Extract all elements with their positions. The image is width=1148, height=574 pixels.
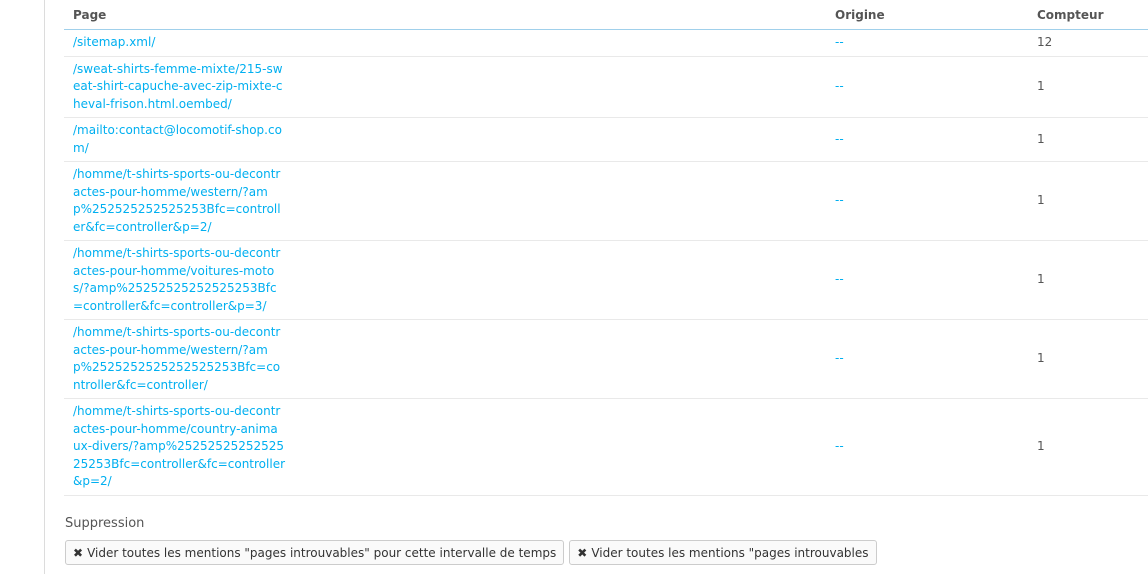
table-row: /mailto:contact@locomotif-shop.com/ -- 1: [64, 117, 1148, 162]
origin-link[interactable]: --: [835, 35, 844, 49]
origin-cell: --: [826, 29, 1028, 57]
table-row: /homme/t-shirts-sports-ou-decontractes-p…: [64, 161, 1148, 241]
origin-link[interactable]: --: [835, 79, 844, 93]
suppression-title: Suppression: [65, 516, 145, 531]
counter-cell: 1: [1028, 319, 1148, 399]
page-cell: /homme/t-shirts-sports-ou-decontractes-p…: [64, 319, 826, 399]
clear-interval-button[interactable]: ✖ Vider toutes les mentions "pages intro…: [65, 540, 565, 565]
clear-all-label: Vider toutes les mentions "pages introuv…: [591, 545, 869, 560]
origin-link[interactable]: --: [835, 132, 844, 146]
table-body: /sitemap.xml/ -- 12/sweat-shirts-femme-mix…: [64, 29, 1148, 496]
page-cell: /homme/t-shirts-sports-ou-decontractes-p…: [64, 398, 826, 496]
counter-cell: 1: [1028, 56, 1148, 118]
counter-cell: 1: [1028, 117, 1148, 162]
page-link[interactable]: /homme/t-shirts-sports-ou-decontractes-p…: [73, 403, 285, 491]
page-cell: /homme/t-shirts-sports-ou-decontractes-p…: [64, 240, 826, 320]
table-row: /sitemap.xml/ -- 12: [64, 29, 1148, 57]
table-row: /homme/t-shirts-sports-ou-decontractes-p…: [64, 240, 1148, 320]
page-cell: /homme/t-shirts-sports-ou-decontractes-p…: [64, 161, 826, 241]
left-sidebar-rail: [0, 0, 45, 574]
column-header-counter[interactable]: Compteur: [1028, 0, 1148, 30]
origin-cell: --: [826, 56, 1028, 118]
page-cell: /sitemap.xml/: [64, 29, 826, 57]
table-header-row: Page Origine Compteur: [64, 0, 1148, 30]
page-link[interactable]: /sitemap.xml/: [73, 34, 285, 52]
table-row: /sweat-shirts-femme-mixte/215-sweat-shir…: [64, 56, 1148, 118]
page-link[interactable]: /homme/t-shirts-sports-ou-decontractes-p…: [73, 166, 285, 236]
origin-link[interactable]: --: [835, 272, 844, 286]
counter-cell: 1: [1028, 398, 1148, 496]
page-link[interactable]: /mailto:contact@locomotif-shop.com/: [73, 122, 285, 157]
column-header-origin[interactable]: Origine: [826, 0, 1028, 30]
suppression-actions: ✖ Vider toutes les mentions "pages intro…: [65, 540, 877, 565]
clear-interval-label: Vider toutes les mentions "pages introuv…: [87, 545, 557, 560]
origin-cell: --: [826, 319, 1028, 399]
pages-not-found-table: Page Origine Compteur /sitemap.xml/-- 12/…: [64, 0, 1148, 496]
page-link[interactable]: /sweat-shirts-femme-mixte/215-sweat-shir…: [73, 61, 285, 114]
origin-cell: --: [826, 117, 1028, 162]
pages-not-found-panel: Page Origine Compteur /sitemap.xml/-- 12/…: [64, 0, 1148, 496]
origin-link[interactable]: --: [835, 351, 844, 365]
origin-link[interactable]: --: [835, 193, 844, 207]
close-icon: ✖: [73, 545, 84, 560]
table-row: /homme/t-shirts-sports-ou-decontractes-p…: [64, 319, 1148, 399]
page-cell: /mailto:contact@locomotif-shop.com/: [64, 117, 826, 162]
column-header-page[interactable]: Page: [64, 0, 826, 30]
page-cell: /sweat-shirts-femme-mixte/215-sweat-shir…: [64, 56, 826, 118]
origin-cell: --: [826, 398, 1028, 496]
clear-all-button[interactable]: ✖ Vider toutes les mentions "pages intro…: [569, 540, 877, 565]
page-link[interactable]: /homme/t-shirts-sports-ou-decontractes-p…: [73, 324, 285, 394]
counter-cell: 1: [1028, 161, 1148, 241]
origin-link[interactable]: --: [835, 439, 844, 453]
page-link[interactable]: /homme/t-shirts-sports-ou-decontractes-p…: [73, 245, 285, 315]
counter-cell: 12: [1028, 29, 1148, 57]
close-icon: ✖: [577, 545, 588, 560]
origin-cell: --: [826, 161, 1028, 241]
origin-cell: --: [826, 240, 1028, 320]
counter-cell: 1: [1028, 240, 1148, 320]
table-row: /homme/t-shirts-sports-ou-decontractes-p…: [64, 398, 1148, 496]
